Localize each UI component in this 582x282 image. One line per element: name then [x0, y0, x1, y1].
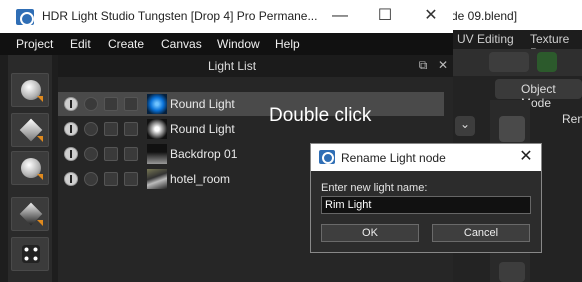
arrow-icon — [37, 174, 43, 180]
light-creation-toolbar — [8, 55, 52, 282]
arrow-icon — [37, 136, 43, 142]
solo-icon[interactable] — [84, 97, 98, 111]
power-icon[interactable] — [64, 172, 78, 186]
close-panel-icon[interactable]: ✕ — [436, 58, 450, 72]
dialog-close-button[interactable]: ✕ — [515, 147, 537, 167]
solo-icon[interactable] — [84, 122, 98, 136]
arrow-icon — [37, 96, 43, 102]
object-mode-dropdown[interactable]: Object Mode — [495, 79, 582, 110]
menu-edit[interactable]: Edit — [70, 37, 91, 51]
light-thumbnail — [147, 144, 167, 164]
menu-help[interactable]: Help — [275, 37, 300, 51]
blender-workspace-tabs: UV Editing Texture Pa — [445, 30, 582, 60]
add-pattern-light-button[interactable] — [11, 237, 49, 271]
rename-light-dialog: Rename Light node ✕ Enter new light name… — [310, 143, 542, 253]
maximize-button[interactable]: ☐ — [370, 5, 400, 27]
close-window-button[interactable]: ✕ — [416, 5, 446, 27]
arrow-icon — [37, 220, 43, 226]
light-row[interactable]: Round Light — [58, 92, 444, 116]
ok-button[interactable]: OK — [321, 224, 419, 242]
add-round-light-button[interactable] — [11, 73, 49, 107]
light-name: Round Light — [170, 97, 235, 111]
dialog-titlebar: Rename Light node ✕ — [311, 144, 541, 171]
menu-create[interactable]: Create — [108, 37, 144, 51]
light-name: Backdrop 01 — [170, 147, 238, 161]
camera-icon[interactable] — [124, 122, 138, 136]
camera-icon[interactable] — [124, 97, 138, 111]
menu-project[interactable]: Project — [16, 37, 53, 51]
dialog-title: Rename Light node — [341, 151, 446, 165]
power-icon[interactable] — [64, 122, 78, 136]
select-lock-icon[interactable] — [104, 172, 118, 186]
add-rect-light-button[interactable] — [11, 113, 49, 147]
blender-dropdown-chevron[interactable]: ⌄ — [455, 116, 475, 136]
camera-icon[interactable] — [124, 147, 138, 161]
solo-icon[interactable] — [84, 147, 98, 161]
light-list-header: Light List ⧉ ✕ — [58, 55, 453, 77]
select-lock-icon[interactable] — [104, 147, 118, 161]
tab-uv-editing[interactable]: UV Editing — [457, 32, 514, 46]
hdr-titlebar: HDR Light Studio Tungsten [Drop 4] Pro P… — [0, 0, 453, 33]
camera-icon[interactable] — [124, 172, 138, 186]
add-spot-light-button[interactable] — [11, 151, 49, 185]
light-row[interactable]: Round Light — [58, 117, 444, 141]
cancel-button[interactable]: Cancel — [432, 224, 530, 242]
chevron-down-icon: ⌄ — [460, 117, 471, 131]
select-lock-icon[interactable] — [104, 97, 118, 111]
light-name-input[interactable] — [321, 196, 531, 214]
light-name: Round Light — [170, 122, 235, 136]
float-panel-icon[interactable]: ⧉ — [416, 58, 430, 72]
blender-transform-button[interactable] — [489, 52, 529, 72]
hdr-app-icon — [16, 9, 34, 26]
light-name: hotel_room — [170, 172, 231, 186]
blender-title: de 09.blend] — [451, 9, 518, 23]
hdr-app-icon — [319, 150, 335, 164]
blender-side-text: Ren — [562, 112, 582, 126]
blender-titlebar: de 09.blend] — [445, 0, 582, 30]
power-icon[interactable] — [64, 97, 78, 111]
menu-canvas[interactable]: Canvas — [161, 37, 202, 51]
light-thumbnail — [147, 119, 167, 139]
solo-icon[interactable] — [84, 172, 98, 186]
light-thumbnail — [147, 169, 167, 189]
blender-header — [445, 49, 582, 76]
object-mode-label: Object Mode — [521, 82, 556, 110]
pattern-light-icon — [22, 245, 40, 263]
blender-measure-icon[interactable] — [537, 52, 557, 72]
rename-prompt: Enter new light name: — [321, 182, 428, 194]
scale-tool-icon[interactable] — [499, 262, 525, 282]
select-tool-icon[interactable] — [499, 116, 525, 142]
hdr-window-title: HDR Light Studio Tungsten [Drop 4] Pro P… — [42, 9, 318, 23]
light-thumbnail — [147, 94, 167, 114]
select-lock-icon[interactable] — [104, 122, 118, 136]
minimize-button[interactable]: — — [325, 5, 355, 27]
power-icon[interactable] — [64, 147, 78, 161]
menu-window[interactable]: Window — [217, 37, 260, 51]
menu-bar: Project Edit Create Canvas Window Help — [0, 33, 453, 55]
light-list-title: Light List — [208, 59, 257, 73]
double-click-hint: Double click — [269, 105, 372, 126]
add-panel-light-button[interactable] — [11, 197, 49, 231]
